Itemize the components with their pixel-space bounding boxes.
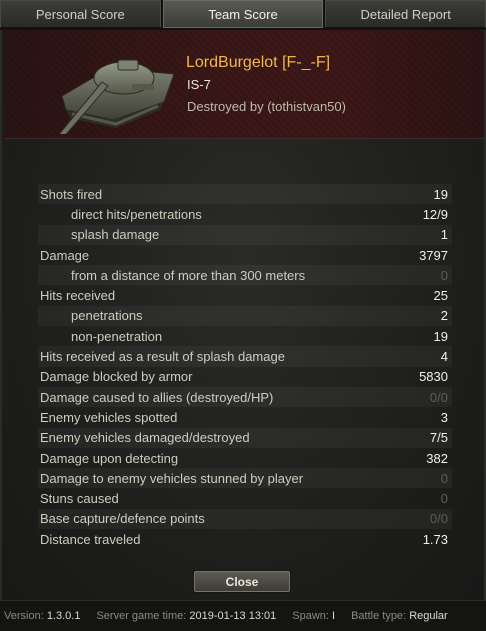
battle-type-value: Regular xyxy=(409,610,448,622)
stat-value: 3 xyxy=(440,409,448,425)
stat-label: penetrations xyxy=(71,308,143,324)
close-button[interactable]: Close xyxy=(194,571,290,592)
stat-label: Damage caused to allies (destroyed/HP) xyxy=(40,389,274,405)
status-footer: Version: 1.3.0.1 Server game time: 2019-… xyxy=(0,600,486,631)
stat-row: Base capture/defence points 0/0 xyxy=(38,508,452,530)
tab-detailed-report[interactable]: Detailed Report xyxy=(325,0,486,28)
stat-row: Damage 3797 xyxy=(38,245,452,265)
stat-value: 4 xyxy=(440,349,448,365)
stat-row: Damage blocked by armor 5830 xyxy=(38,367,452,387)
stat-value: 7/5 xyxy=(429,430,448,446)
vehicle-header: LordBurgelot [F-_-F] IS-7 Destroyed by (… xyxy=(4,30,484,139)
stat-row: Damage caused to allies (destroyed/HP) 0/… xyxy=(38,386,452,408)
tab-personal-score[interactable]: Personal Score xyxy=(0,0,161,28)
stat-label: direct hits/penetrations xyxy=(71,206,202,222)
battle-type-label: Battle type: xyxy=(351,610,407,622)
stat-row: penetrations 2 xyxy=(38,305,452,327)
stats-table: Shots fired 19 direct hits/penetrations 12/… xyxy=(38,184,452,549)
stat-value: 0 xyxy=(440,491,448,507)
stat-row: direct hits/penetrations 12/9 xyxy=(38,204,452,224)
stat-row: splash damage 1 xyxy=(38,224,452,245)
stat-label: Damage xyxy=(40,247,90,263)
version-label: Version: xyxy=(4,610,44,622)
stat-value: 0/0 xyxy=(429,389,448,405)
stat-label: Stuns caused xyxy=(40,491,119,507)
spawn-value: I xyxy=(332,610,336,622)
player-name: LordBurgelot [F-_-F] xyxy=(186,54,331,71)
stat-label: Damage blocked by armor xyxy=(40,369,193,385)
stat-value: 0/0 xyxy=(429,511,448,527)
stat-label: from a distance of more than 300 meters xyxy=(71,267,306,283)
stat-value: 3797 xyxy=(419,247,448,263)
destroyed-by-text: Destroyed by (tothistvan50) xyxy=(187,99,346,114)
spawn-info: Spawn: I xyxy=(292,610,335,622)
report-panel: LordBurgelot [F-_-F] IS-7 Destroyed by (… xyxy=(0,30,486,600)
stat-row: non-penetration 19 xyxy=(38,326,452,346)
stat-value: 382 xyxy=(426,450,448,466)
server-time-value: 2019-01-13 13:01 xyxy=(189,610,277,622)
stat-label: non-penetration xyxy=(71,328,163,344)
battle-type-info: Battle type: Regular xyxy=(351,610,448,622)
stat-value: 1.73 xyxy=(422,531,448,547)
stat-value: 0 xyxy=(440,267,448,283)
version-value: 1.3.0.1 xyxy=(46,610,81,622)
stat-row: Stuns caused 0 xyxy=(38,488,452,508)
stat-value: 1 xyxy=(440,227,448,243)
stat-label: Shots fired xyxy=(40,186,103,202)
stat-value: 2 xyxy=(440,308,448,324)
stat-row: Hits received 25 xyxy=(38,285,452,305)
stat-value: 5830 xyxy=(419,369,448,385)
stat-label: Base capture/defence points xyxy=(40,511,205,527)
stat-label: splash damage xyxy=(71,227,160,243)
stat-label: Enemy vehicles damaged/destroyed xyxy=(40,430,250,446)
version-info: Version: 1.3.0.1 xyxy=(4,610,80,622)
stat-label: Hits received as a result of splash dama… xyxy=(40,349,285,365)
stat-label: Enemy vehicles spotted xyxy=(40,409,178,425)
stat-row: Enemy vehicles spotted 3 xyxy=(38,407,452,427)
stat-value: 12/9 xyxy=(422,206,448,222)
tab-bar: Personal Score Team Score Detailed Repor… xyxy=(0,0,486,30)
vehicle-name: IS-7 xyxy=(187,77,211,92)
stat-row: Enemy vehicles damaged/destroyed 7/5 xyxy=(38,427,452,448)
stat-label: Distance traveled xyxy=(40,531,141,547)
stat-label: Hits received xyxy=(40,288,116,304)
stat-value: 0 xyxy=(440,470,448,486)
stat-row: Shots fired 19 xyxy=(38,184,452,205)
stat-value: 19 xyxy=(433,328,448,344)
tank-icon xyxy=(58,59,175,134)
stat-row: Distance traveled 1.73 xyxy=(38,529,452,549)
tab-team-score[interactable]: Team Score xyxy=(162,0,324,28)
stat-row: Damage upon detecting 382 xyxy=(38,448,452,468)
stat-label: Damage to enemy vehicles stunned by play… xyxy=(40,470,304,486)
stat-row: Damage to enemy vehicles stunned by play… xyxy=(38,468,452,489)
stat-row: from a distance of more than 300 meters 0 xyxy=(38,265,452,286)
stat-label: Damage upon detecting xyxy=(40,450,179,466)
stat-value: 19 xyxy=(433,186,448,202)
server-time-label: Server game time: xyxy=(96,610,187,622)
spawn-label: Spawn: xyxy=(292,610,329,622)
stat-value: 25 xyxy=(433,288,448,304)
stat-row: Hits received as a result of splash dama… xyxy=(38,346,452,367)
server-time-info: Server game time: 2019-01-13 13:01 xyxy=(96,610,276,622)
